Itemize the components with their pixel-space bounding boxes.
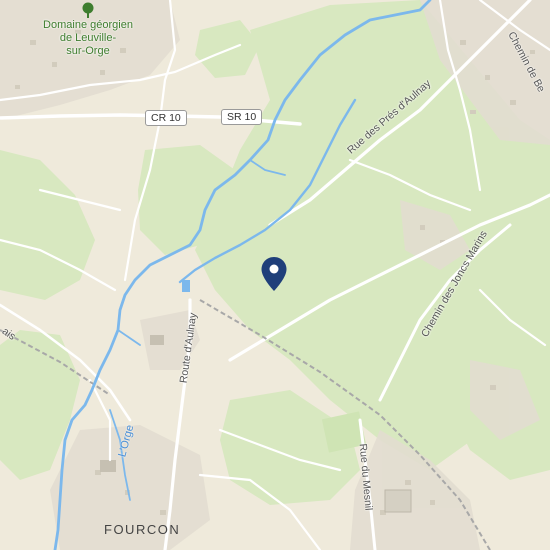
poi-name-line1: Domaine géorgien: [43, 19, 133, 31]
route-shield-sr10: SR 10: [221, 109, 263, 125]
location-pin-icon[interactable]: [260, 256, 288, 292]
tree-icon: [82, 2, 94, 18]
map-view[interactable]: Chemin de Be Rue des Prés d'Aulnay Chemi…: [0, 0, 550, 550]
poi-domaine-georgien[interactable]: Domaine géorgien de Leuville- sur-Orge: [28, 2, 148, 58]
route-shield-cr10: CR 10: [145, 110, 187, 126]
poi-name-line2: de Leuville-: [59, 32, 117, 44]
poi-name-line3: sur-Orge: [66, 45, 110, 57]
place-label-fourcon: FOURCON: [104, 522, 181, 537]
pond: [182, 280, 190, 292]
